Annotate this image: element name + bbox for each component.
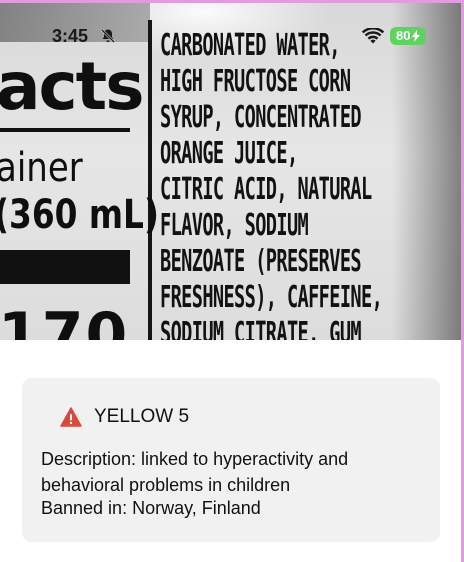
ingredient-line: FRESHNESS), CAFFEINE, xyxy=(160,280,383,315)
banned-countries: Banned in: Norway, Finland xyxy=(41,498,261,518)
label-text-calories: 170 xyxy=(0,300,130,340)
ingredient-line: SYRUP, CONCENTRATED xyxy=(160,100,362,135)
label-divider xyxy=(148,20,152,340)
ingredient-line: SODIUM CITRATE, GUM xyxy=(160,316,362,340)
label-text-container: ainer xyxy=(0,145,83,191)
charging-bolt-icon xyxy=(412,30,421,42)
result-sheet: YELLOW 5 Description: linked to hyperact… xyxy=(0,340,462,562)
frame-top-edge xyxy=(0,0,464,3)
ingredient-line: ORANGE JUICE, xyxy=(160,136,298,171)
wifi-icon xyxy=(362,28,384,44)
label-text-volume: (360 mL) xyxy=(0,192,159,238)
ingredient-line: CITRIC ACID, NATURAL xyxy=(160,172,372,207)
status-time: 3:45 xyxy=(52,26,89,46)
ingredient-warning-card[interactable]: YELLOW 5 Description: linked to hyperact… xyxy=(22,378,440,542)
card-header: YELLOW 5 xyxy=(60,406,189,428)
label-text-facts: acts xyxy=(0,48,144,125)
ingredient-line: FLAVOR, SODIUM xyxy=(160,208,309,243)
ingredient-name: YELLOW 5 xyxy=(94,406,190,427)
battery-level: 80 xyxy=(396,28,411,43)
ingredient-description: Description: linked to hyperactivity and… xyxy=(41,449,349,495)
warning-icon xyxy=(60,407,82,427)
status-bar: 3:45 80 xyxy=(0,0,462,46)
ingredient-line: HIGH FRUCTOSE CORN xyxy=(160,64,351,99)
ingredient-line: BENZOATE (PRESERVES xyxy=(160,244,362,279)
battery-indicator: 80 xyxy=(390,27,427,45)
camera-photo: acts ainer (360 mL) 170 CARBONATED WATER… xyxy=(0,0,462,340)
bell-slash-icon xyxy=(101,29,115,43)
